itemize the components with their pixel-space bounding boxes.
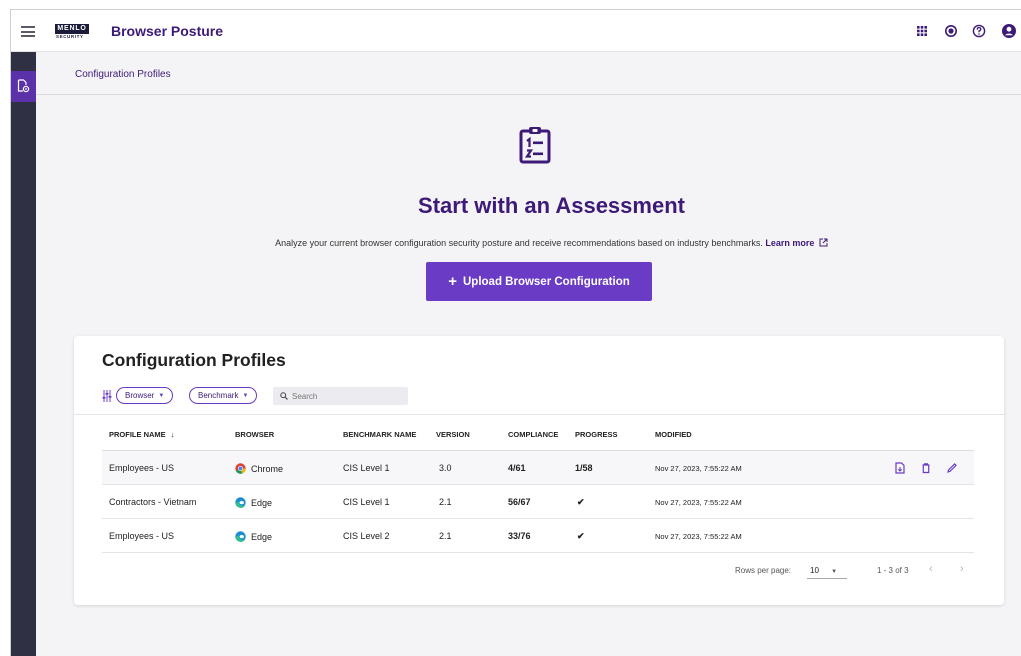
browser-name: Chrome bbox=[251, 463, 284, 474]
browser-cell: Edge bbox=[235, 531, 272, 542]
browser-filter-chip[interactable]: Browser ▼ bbox=[116, 387, 174, 404]
modified-cell: Nov 27, 2023, 7:55:22 AM bbox=[655, 532, 742, 541]
table-header: PROFILE NAME ↓ BROWSER BENCHMARK NAME VE… bbox=[102, 416, 974, 451]
download-report-icon[interactable] bbox=[894, 461, 906, 474]
chrome-icon bbox=[235, 463, 246, 474]
column-header-progress: PROGRESS bbox=[575, 430, 618, 439]
version-cell: 3.0 bbox=[439, 463, 452, 473]
account-icon[interactable] bbox=[1000, 22, 1018, 40]
progress-complete-checkmark-icon: ✔ bbox=[577, 531, 585, 541]
rows-per-page-select[interactable]: 10 ▼ bbox=[807, 561, 847, 579]
learn-more-link[interactable]: Learn more bbox=[765, 238, 828, 248]
profile-name-cell: Contractors - Vietnam bbox=[109, 497, 197, 507]
progress-complete-checkmark-icon: ✔ bbox=[577, 497, 585, 507]
profiles-table: PROFILE NAME ↓ BROWSER BENCHMARK NAME VE… bbox=[102, 416, 974, 553]
sidebar-item-configuration-profiles[interactable] bbox=[11, 71, 36, 102]
browser-cell: Chrome bbox=[235, 463, 283, 474]
column-header-modified: MODIFIED bbox=[655, 430, 692, 439]
caret-down-icon: ▼ bbox=[158, 392, 165, 399]
plus-icon: + bbox=[448, 273, 457, 290]
hero-description-text: Analyze your current browser configurati… bbox=[275, 238, 763, 248]
rows-per-page-value: 10 bbox=[810, 566, 819, 575]
benchmark-cell: CIS Level 1 bbox=[343, 463, 390, 473]
logo-wordmark: MENLO bbox=[55, 24, 89, 34]
configuration-profiles-card: Configuration Profiles Browser ▼ Benchma… bbox=[74, 336, 1004, 605]
help-icon[interactable] bbox=[970, 22, 988, 40]
upload-browser-configuration-button[interactable]: + Upload Browser Configuration bbox=[426, 262, 652, 301]
profile-name-cell: Employees - US bbox=[109, 463, 175, 473]
browser-filter-label: Browser bbox=[125, 391, 155, 400]
browser-name: Edge bbox=[251, 531, 273, 542]
rows-per-page-label: Rows per page: bbox=[735, 566, 792, 575]
divider bbox=[74, 414, 1004, 415]
search-icon bbox=[280, 392, 288, 400]
table-row[interactable]: Employees - US Chrome CIS Level 1 3.0 4/… bbox=[102, 451, 974, 485]
browser-cell: Edge bbox=[235, 497, 272, 508]
column-header-profile-name[interactable]: PROFILE NAME ↓ bbox=[109, 430, 175, 439]
row-actions bbox=[880, 461, 958, 474]
pagination: Rows per page: 10 ▼ 1 - 3 of 3 ‹ › bbox=[74, 561, 1004, 581]
table-row[interactable]: Contractors - Vietnam Edge CIS Level 1 2… bbox=[102, 485, 974, 519]
breadcrumb-current[interactable]: Configuration Profiles bbox=[75, 69, 171, 80]
menu-icon[interactable] bbox=[21, 26, 35, 37]
learn-more-label: Learn more bbox=[765, 238, 815, 248]
delete-icon[interactable] bbox=[920, 461, 932, 474]
external-link-icon bbox=[819, 238, 828, 247]
compliance-cell: 4/61 bbox=[508, 463, 526, 473]
table-row[interactable]: Employees - US Edge CIS Level 2 2.1 33/7… bbox=[102, 519, 974, 553]
filter-sliders-icon[interactable] bbox=[102, 390, 112, 402]
search-box bbox=[273, 387, 408, 405]
top-bar: MENLO SECURITY Browser Posture bbox=[11, 10, 1021, 52]
next-page-icon[interactable]: › bbox=[960, 563, 964, 575]
edit-icon[interactable] bbox=[946, 461, 958, 473]
column-header-benchmark-name: BENCHMARK NAME bbox=[343, 430, 417, 439]
document-settings-icon bbox=[17, 79, 30, 93]
version-cell: 2.1 bbox=[439, 531, 452, 541]
modified-cell: Nov 27, 2023, 7:55:22 AM bbox=[655, 464, 742, 473]
browser-name: Edge bbox=[251, 497, 273, 508]
edge-icon bbox=[235, 497, 246, 508]
edge-icon bbox=[235, 531, 246, 542]
compliance-cell: 33/76 bbox=[508, 531, 531, 541]
apps-grid-icon[interactable] bbox=[913, 22, 931, 40]
card-title: Configuration Profiles bbox=[102, 350, 286, 370]
hero-title: Start with an Assessment bbox=[418, 193, 685, 218]
upload-button-label: Upload Browser Configuration bbox=[463, 275, 630, 288]
column-header-compliance: COMPLIANCE bbox=[508, 430, 559, 439]
search-input[interactable] bbox=[292, 391, 402, 401]
column-header-label: PROFILE NAME bbox=[109, 430, 166, 439]
benchmark-cell: CIS Level 2 bbox=[343, 531, 390, 541]
breadcrumb: Configuration Profiles bbox=[36, 52, 1021, 95]
benchmark-cell: CIS Level 1 bbox=[343, 497, 390, 507]
compliance-cell: 56/67 bbox=[508, 497, 531, 507]
notification-icon[interactable] bbox=[942, 22, 960, 40]
hero-description: Analyze your current browser configurati… bbox=[36, 238, 1021, 248]
sidebar bbox=[11, 52, 36, 656]
modified-cell: Nov 27, 2023, 7:55:22 AM bbox=[655, 498, 742, 507]
column-header-browser: BROWSER bbox=[235, 430, 275, 439]
numbered-clipboard-icon bbox=[519, 127, 551, 164]
progress-cell: 1/58 bbox=[575, 463, 593, 473]
caret-down-icon: ▼ bbox=[831, 569, 838, 575]
version-cell: 2.1 bbox=[439, 497, 452, 507]
benchmark-filter-label: Benchmark bbox=[198, 391, 239, 400]
logo-subtext: SECURITY bbox=[56, 34, 84, 39]
sort-arrow-down-icon: ↓ bbox=[170, 430, 175, 439]
app-window: MENLO SECURITY Browser Posture Configura… bbox=[10, 9, 1021, 656]
app-title: Browser Posture bbox=[111, 23, 224, 39]
profile-name-cell: Employees - US bbox=[109, 531, 175, 541]
previous-page-icon[interactable]: ‹ bbox=[929, 563, 933, 575]
column-header-version: VERSION bbox=[436, 430, 470, 439]
caret-down-icon: ▼ bbox=[242, 392, 249, 399]
benchmark-filter-chip[interactable]: Benchmark ▼ bbox=[189, 387, 258, 404]
page-range: 1 - 3 of 3 bbox=[877, 566, 909, 575]
